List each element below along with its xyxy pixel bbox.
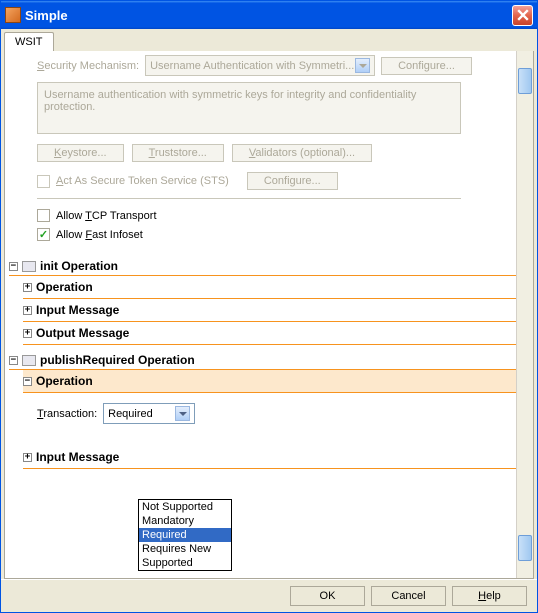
close-button[interactable] bbox=[512, 5, 533, 26]
publish-label: publishRequired Operation bbox=[40, 353, 195, 367]
dropdown-option-required[interactable]: Required bbox=[139, 528, 231, 542]
app-icon bbox=[5, 7, 21, 23]
content-area: Security Mechanism: Username Authenticat… bbox=[4, 51, 534, 579]
help-button[interactable]: Help bbox=[452, 586, 527, 606]
init-operation-header[interactable]: − init Operation bbox=[9, 257, 516, 276]
publish-header[interactable]: − publishRequired Operation bbox=[9, 351, 516, 370]
configure-button: Configure... bbox=[381, 57, 472, 75]
collapse-icon[interactable]: − bbox=[9, 356, 18, 365]
scroll-thumb[interactable] bbox=[518, 68, 532, 94]
title-bar[interactable]: Simple bbox=[1, 1, 537, 29]
transaction-select[interactable]: Required bbox=[103, 403, 195, 424]
sts-checkbox bbox=[37, 175, 50, 188]
sts-configure-button: Configure... bbox=[247, 172, 338, 190]
transaction-value: Required bbox=[108, 408, 153, 420]
fast-infoset-label: Allow Fast Infoset bbox=[56, 229, 143, 241]
security-mechanism-label: Security Mechanism: bbox=[37, 60, 139, 72]
input-message-label: Input Message bbox=[36, 450, 119, 464]
operation-icon bbox=[22, 355, 36, 366]
truststore-button: Truststore... bbox=[132, 144, 224, 162]
tcp-checkbox[interactable] bbox=[37, 209, 50, 222]
dialog-footer: OK Cancel Help bbox=[1, 579, 537, 612]
sts-label: Act As Secure Token Service (STS) bbox=[56, 175, 229, 187]
tcp-label: Allow TCP Transport bbox=[56, 210, 157, 222]
output-message-label: Output Message bbox=[36, 326, 129, 340]
client-area: WSIT Security Mechanism: Username Authen… bbox=[1, 29, 537, 612]
cancel-button[interactable]: Cancel bbox=[371, 586, 446, 606]
window-title: Simple bbox=[25, 8, 512, 23]
operation-icon bbox=[22, 261, 36, 272]
security-mechanism-value: Username Authentication with Symmetri... bbox=[150, 60, 354, 72]
transaction-dropdown[interactable]: Not Supported Mandatory Required Require… bbox=[138, 499, 232, 571]
publish-operation-sub[interactable]: − Operation bbox=[23, 370, 516, 393]
init-operation-label: init Operation bbox=[40, 259, 118, 273]
collapse-icon[interactable]: − bbox=[23, 377, 32, 386]
publish-input-sub[interactable]: + Input Message bbox=[23, 446, 516, 469]
close-icon bbox=[517, 9, 529, 21]
scroll-thumb[interactable] bbox=[518, 535, 532, 561]
divider bbox=[37, 198, 461, 199]
expand-icon[interactable]: + bbox=[23, 329, 32, 338]
input-message-label: Input Message bbox=[36, 303, 119, 317]
init-operation-sub[interactable]: + Operation bbox=[23, 276, 516, 299]
transaction-label: Transaction: bbox=[37, 408, 97, 420]
init-input-sub[interactable]: + Input Message bbox=[23, 299, 516, 322]
transaction-row: Transaction: Required bbox=[37, 393, 516, 446]
tab-wsit[interactable]: WSIT bbox=[4, 32, 54, 51]
keystore-button: Keystore... bbox=[37, 144, 124, 162]
expand-icon[interactable]: + bbox=[23, 306, 32, 315]
dropdown-option-not-supported[interactable]: Not Supported bbox=[139, 500, 231, 514]
fast-infoset-checkbox[interactable] bbox=[37, 228, 50, 241]
dropdown-option-requires-new[interactable]: Requires New bbox=[139, 542, 231, 556]
security-description: Username authentication with symmetric k… bbox=[37, 82, 461, 134]
security-mechanism-select: Username Authentication with Symmetri... bbox=[145, 55, 375, 76]
validators-button: Validators (optional)... bbox=[232, 144, 372, 162]
expand-icon[interactable]: + bbox=[23, 453, 32, 462]
vertical-scrollbar[interactable] bbox=[516, 51, 533, 578]
expand-icon[interactable]: + bbox=[23, 283, 32, 292]
dialog-window: Simple WSIT Security Mechanism: Username… bbox=[0, 0, 538, 613]
dropdown-option-supported[interactable]: Supported bbox=[139, 556, 231, 570]
chevron-down-icon bbox=[355, 58, 370, 73]
scroll-body: Security Mechanism: Username Authenticat… bbox=[5, 51, 516, 578]
init-output-sub[interactable]: + Output Message bbox=[23, 322, 516, 345]
operation-label: Operation bbox=[36, 374, 93, 388]
tab-bar: WSIT bbox=[1, 29, 537, 51]
collapse-icon[interactable]: − bbox=[9, 262, 18, 271]
chevron-down-icon bbox=[175, 406, 190, 421]
security-section: Security Mechanism: Username Authenticat… bbox=[9, 55, 516, 257]
ok-button[interactable]: OK bbox=[290, 586, 365, 606]
dropdown-option-mandatory[interactable]: Mandatory bbox=[139, 514, 231, 528]
operation-label: Operation bbox=[36, 280, 93, 294]
